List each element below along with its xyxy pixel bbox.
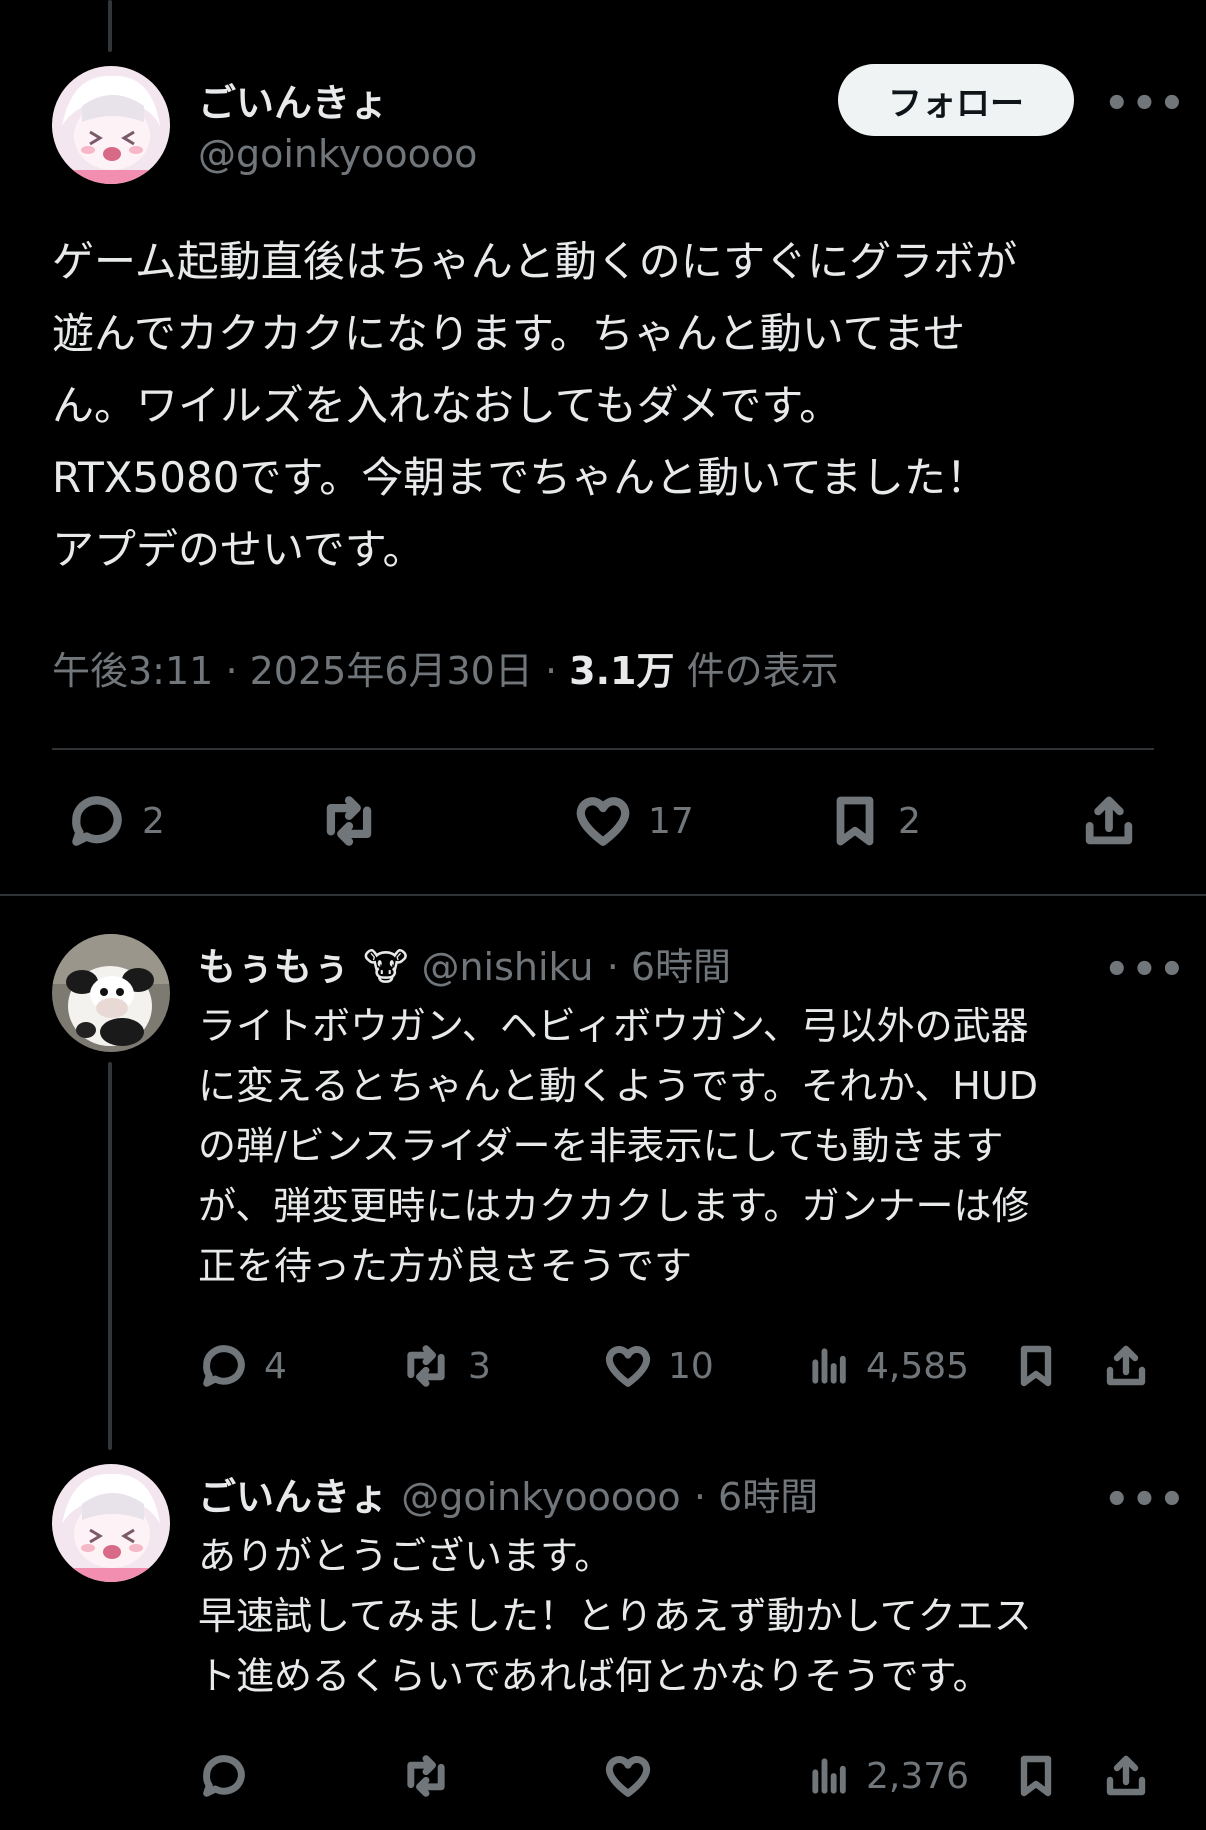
view-label[interactable]: 件の表示 bbox=[687, 649, 839, 693]
repost-button[interactable] bbox=[316, 790, 382, 852]
reply-button[interactable] bbox=[198, 1750, 250, 1802]
author-name-row: もぅもぅ 🐮 @nishiku · 6時間 bbox=[198, 936, 731, 991]
tweet-text: ゲーム起動直後はちゃんと動くのにすぐにグラボが 遊んでカクカクになります。ちゃん… bbox=[52, 237, 1018, 574]
repost-icon bbox=[326, 796, 372, 846]
more-options-icon[interactable]: ••• bbox=[1104, 84, 1187, 124]
analytics-icon bbox=[812, 1758, 846, 1794]
reply-text: ありがとうございます。 早速試してみました！とりあえず動かしてクエス ト進めるく… bbox=[198, 1534, 1032, 1698]
bookmark-button[interactable] bbox=[1012, 1340, 1060, 1392]
reply-button[interactable]: 2 bbox=[66, 790, 165, 852]
reply-time[interactable]: · 6時間 bbox=[607, 945, 731, 989]
view-count: 2,376 bbox=[866, 1755, 970, 1797]
bookmark-icon bbox=[836, 796, 874, 846]
views-button[interactable]: 4,585 bbox=[808, 1340, 969, 1392]
share-icon bbox=[1106, 1755, 1146, 1796]
view-count: 4,585 bbox=[866, 1345, 970, 1387]
repost-count: 3 bbox=[468, 1345, 491, 1387]
reply-text: ライトボウガン、ヘビィボウガン、弓以外の武器 に変えるとちゃんと動くようです。そ… bbox=[198, 1004, 1038, 1288]
repost-button[interactable] bbox=[398, 1750, 454, 1802]
bookmark-button[interactable]: 2 bbox=[826, 790, 921, 852]
avatar[interactable] bbox=[52, 1464, 170, 1582]
avatar[interactable] bbox=[52, 66, 170, 184]
more-options-icon[interactable]: ••• bbox=[1104, 1480, 1187, 1520]
tweet-meta: 午後3:11 · 2025年6月30日 · 3.1万 件の表示 bbox=[52, 640, 839, 695]
like-button[interactable] bbox=[602, 1750, 654, 1802]
share-button[interactable] bbox=[1102, 1750, 1150, 1802]
tweet-date: 2025年6月30日 bbox=[249, 649, 533, 693]
repost-button[interactable]: 3 bbox=[398, 1340, 491, 1392]
reply-icon bbox=[72, 796, 122, 846]
cow-emoji-icon: 🐮 bbox=[363, 945, 409, 989]
share-icon bbox=[1085, 796, 1133, 845]
author-name-row: ごいんきょ @goinkyooooo · 6時間 bbox=[198, 1466, 818, 1521]
share-button[interactable] bbox=[1102, 1340, 1150, 1392]
like-count: 17 bbox=[648, 800, 694, 842]
reply-icon bbox=[203, 1755, 245, 1797]
divider bbox=[0, 894, 1206, 896]
heart-icon bbox=[605, 1756, 651, 1797]
meta-separator: · bbox=[544, 649, 558, 693]
author-handle[interactable]: @goinkyooooo bbox=[198, 132, 477, 176]
view-count[interactable]: 3.1万 bbox=[569, 649, 674, 693]
thread-line-reply bbox=[108, 1062, 112, 1450]
analytics-icon bbox=[812, 1348, 846, 1384]
reply-button[interactable]: 4 bbox=[198, 1340, 287, 1392]
author-name[interactable]: もぅもぅ bbox=[198, 945, 350, 989]
more-options-icon[interactable]: ••• bbox=[1104, 950, 1187, 990]
reply-icon bbox=[203, 1345, 245, 1387]
author-name[interactable]: ごいんきょ bbox=[198, 1475, 388, 1519]
bookmark-icon bbox=[1020, 1755, 1052, 1797]
divider bbox=[52, 748, 1154, 750]
like-count: 10 bbox=[668, 1345, 714, 1387]
heart-icon bbox=[576, 797, 630, 846]
heart-icon bbox=[605, 1346, 651, 1387]
reply-time[interactable]: · 6時間 bbox=[694, 1475, 818, 1519]
author-name[interactable]: ごいんきょ bbox=[198, 72, 388, 127]
bookmark-icon bbox=[1020, 1345, 1052, 1387]
share-icon bbox=[1106, 1345, 1146, 1386]
author-handle[interactable]: @nishiku bbox=[421, 945, 593, 989]
meta-separator: · bbox=[225, 649, 238, 693]
author-handle[interactable]: @goinkyooooo bbox=[401, 1475, 680, 1519]
reply-count: 4 bbox=[264, 1345, 287, 1387]
like-button[interactable]: 10 bbox=[602, 1340, 714, 1392]
views-button[interactable]: 2,376 bbox=[808, 1750, 969, 1802]
like-button[interactable]: 17 bbox=[572, 790, 694, 852]
avatar[interactable] bbox=[52, 934, 170, 1052]
bookmark-button[interactable] bbox=[1012, 1750, 1060, 1802]
share-button[interactable] bbox=[1080, 790, 1138, 852]
follow-button[interactable]: フォロー bbox=[838, 64, 1074, 136]
repost-icon bbox=[407, 1345, 445, 1387]
reply-count: 2 bbox=[142, 800, 165, 842]
bookmark-count: 2 bbox=[898, 800, 921, 842]
tweet-time: 午後3:11 bbox=[52, 649, 214, 693]
thread-line-top bbox=[108, 0, 112, 52]
repost-icon bbox=[407, 1755, 445, 1797]
